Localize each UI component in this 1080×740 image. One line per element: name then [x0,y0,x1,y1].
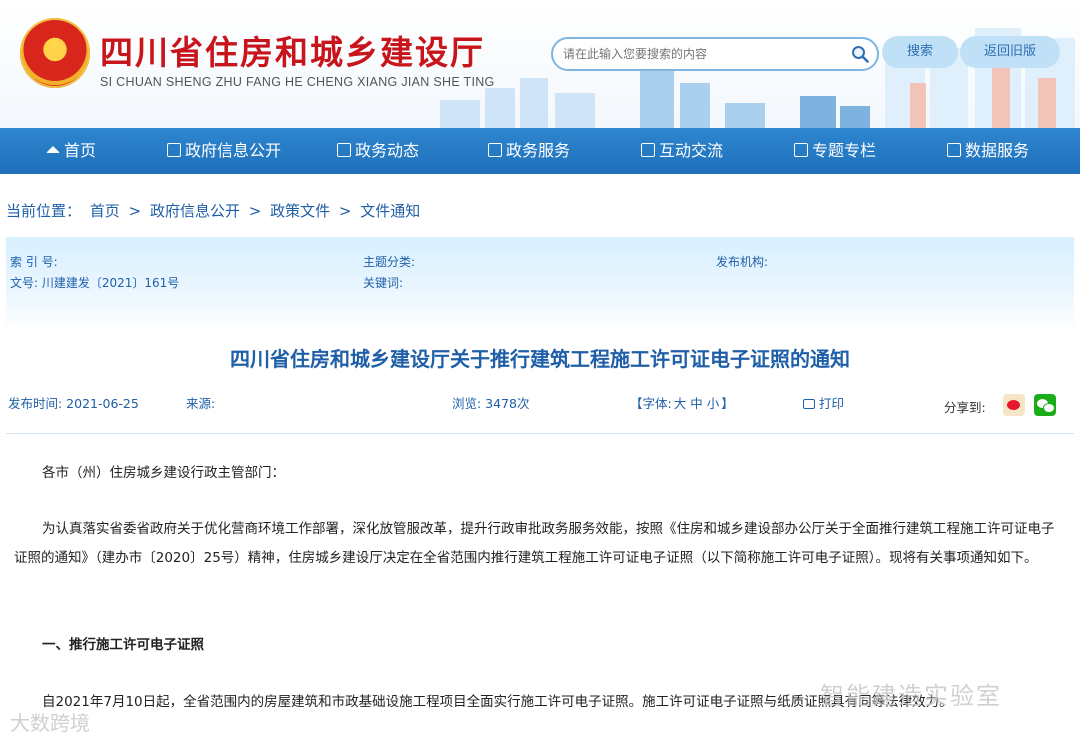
font-medium-link[interactable]: 中 [690,396,703,411]
breadcrumb-notices[interactable]: 文件通知 [360,202,420,220]
main-nav: 首页 政府信息公开 政务动态 政务服务 互动交流 专题专栏 数据服务 [0,128,1080,174]
document-number: 文号: 川建建发〔2021〕161号 [10,276,180,290]
article-paragraph: 各市（州）住房城乡建设行政主管部门： [42,465,285,481]
nav-item-label: 政府信息公开 [185,141,282,160]
index-number: 索 引 号: [10,255,58,269]
print-button[interactable]: 打印 [803,393,844,412]
search-icon[interactable] [851,45,869,63]
article-paragraph: 为认真落实省委省政府关于优化营商环境工作部署，深化放管服改革，提升行政审批政务服… [14,521,1055,566]
font-large-link[interactable]: 大 [674,396,687,411]
breadcrumb-prefix: 当前位置： [6,202,82,220]
breadcrumb-gov-info[interactable]: 政府信息公开 [150,202,240,220]
nav-item-data-service[interactable]: 数据服务 [947,128,1029,174]
home-icon [46,146,60,153]
old-version-button[interactable]: 返回旧版 [960,36,1060,68]
print-icon [803,399,815,409]
breadcrumb-home[interactable]: 首页 [90,202,120,220]
breadcrumb-policy-docs[interactable]: 政策文件 [270,202,330,220]
watermark-right: 智能建造实验室 [820,682,1002,710]
nav-item-gov-news[interactable]: 政务动态 [337,128,419,174]
weibo-share-icon[interactable] [1003,394,1025,416]
keywords: 关键词: [363,276,404,290]
breadcrumb-separator: > [248,202,262,220]
national-emblem-icon: ★ [20,18,90,88]
search-button[interactable]: 搜索 [882,36,958,68]
view-count: 浏览: 3478次 [452,396,530,411]
nav-item-label: 专题专栏 [812,141,877,160]
search-box [551,37,879,71]
interact-icon [641,143,655,157]
font-size-label: 【字体: [630,396,672,411]
chart-icon [947,143,961,157]
share-label: 分享到: [944,400,986,415]
issuing-agency: 发布机构: [716,255,769,269]
font-small-link[interactable]: 小 [707,396,720,411]
nav-item-label: 互动交流 [659,141,724,160]
site-pinyin: SI CHUAN SHENG ZHU FANG HE CHENG XIANG J… [100,75,495,89]
nav-item-interaction[interactable]: 互动交流 [641,128,723,174]
site-header: ★ 四川省住房和城乡建设厅 SI CHUAN SHENG ZHU FANG HE… [0,0,1080,128]
edit-icon [167,143,181,157]
service-icon [488,143,502,157]
nav-item-label: 政务动态 [355,141,420,160]
font-size-label-close: 】 [721,396,734,411]
subject-category: 主题分类: [363,255,416,269]
article-title: 四川省住房和城乡建设厅关于推行建筑工程施工许可证电子证照的通知 [230,347,850,371]
nav-item-gov-info[interactable]: 政府信息公开 [167,128,281,174]
site-title: 四川省住房和城乡建设厅 [100,33,485,72]
search-input[interactable] [563,45,843,63]
image-icon [794,143,808,157]
document-icon [337,143,351,157]
font-size-control: 【字体: 大中小】 [630,393,734,412]
nav-item-topics[interactable]: 专题专栏 [794,128,876,174]
breadcrumb-separator: > [338,202,352,220]
document-info-panel: 索 引 号: 主题分类: 发布机构: 文号: 川建建发〔2021〕161号 关键… [6,237,1074,332]
print-label: 打印 [819,396,845,411]
nav-item-label: 政务服务 [506,141,571,160]
publish-time: 发布时间: 2021-06-25 [8,396,139,411]
article-section-heading: 一、推行施工许可电子证照 [42,637,204,653]
article-meta: 发布时间: 2021-06-25 来源: 浏览: 3478次 【字体: 大中小】 … [0,392,1080,422]
nav-item-home[interactable]: 首页 [46,128,96,174]
nav-item-label: 数据服务 [965,141,1030,160]
breadcrumb-separator: > [128,202,142,220]
wechat-share-icon[interactable] [1034,394,1056,416]
source: 来源: [186,396,216,411]
divider [6,433,1074,434]
watermark-left: 大数跨境 [10,711,90,735]
breadcrumb: 当前位置： 首页 > 政府信息公开 > 政策文件 > 文件通知 [6,200,424,221]
nav-item-label: 首页 [64,141,97,160]
nav-item-gov-service[interactable]: 政务服务 [488,128,570,174]
